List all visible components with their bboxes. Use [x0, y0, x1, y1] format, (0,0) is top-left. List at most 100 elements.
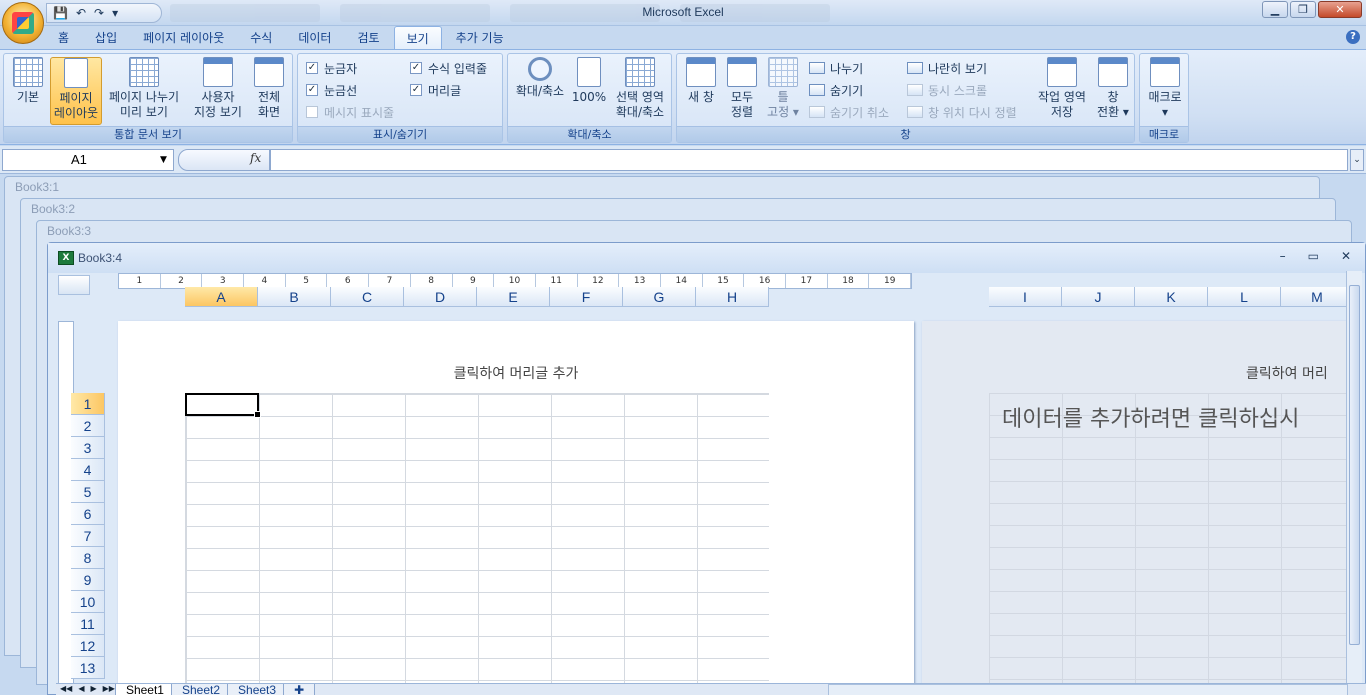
cell-grid[interactable]	[185, 393, 769, 689]
column-header-m[interactable]: M	[1281, 287, 1354, 307]
horizontal-scrollbar[interactable]	[828, 684, 1348, 695]
macros-button[interactable]: 매크로 ▾	[1143, 57, 1187, 125]
column-header-b[interactable]: B	[258, 287, 331, 307]
custom-views-icon	[203, 57, 233, 87]
tab-review[interactable]: 검토	[345, 26, 391, 50]
close-button[interactable]: ✕	[1318, 1, 1362, 18]
tab-data[interactable]: 데이터	[286, 26, 343, 50]
row-header-1[interactable]: 1	[71, 393, 105, 415]
column-header-g[interactable]: G	[623, 287, 696, 307]
vertical-scroll-thumb[interactable]	[1349, 285, 1360, 645]
custom-views-button[interactable]: 사용자 지정 보기	[190, 57, 246, 125]
ruler-checkbox[interactable]: ✓ 눈금자	[306, 59, 357, 77]
help-icon[interactable]: ?	[1346, 30, 1360, 44]
row-header-5[interactable]: 5	[71, 481, 105, 503]
row-header-8[interactable]: 8	[71, 547, 105, 569]
tab-formulas[interactable]: 수식	[238, 26, 284, 50]
split-icon	[809, 62, 825, 74]
workbook-title-bar[interactable]	[48, 243, 1365, 273]
tab-page-layout[interactable]: 페이지 레이아웃	[131, 26, 236, 50]
hide-button[interactable]: 숨기기	[809, 81, 863, 99]
formula-bar: A1 ▼ fx ⌄	[0, 146, 1366, 174]
cell-grid-page2[interactable]	[989, 393, 1352, 693]
active-cell-a1[interactable]	[185, 393, 261, 418]
insert-sheet-icon[interactable]: ✚	[283, 684, 316, 695]
header-placeholder[interactable]: 클릭하여 머리글 추가	[118, 363, 914, 383]
office-button[interactable]	[2, 2, 44, 44]
row-header-3[interactable]: 3	[71, 437, 105, 459]
tab-insert[interactable]: 삽입	[83, 26, 129, 50]
row-header-12[interactable]: 12	[71, 635, 105, 657]
column-header-l[interactable]: L	[1208, 287, 1281, 307]
tab-add-ins[interactable]: 추가 기능	[444, 26, 516, 50]
column-header-c[interactable]: C	[331, 287, 404, 307]
formula-input[interactable]	[270, 149, 1348, 171]
new-window-button[interactable]: 새 창	[681, 57, 721, 125]
gridlines-checkbox[interactable]: ✓ 눈금선	[306, 81, 357, 99]
row-header-6[interactable]: 6	[71, 503, 105, 525]
switch-windows-button[interactable]: 창 전환 ▾	[1093, 57, 1133, 125]
column-header-a[interactable]: A	[185, 287, 258, 307]
workbook-maximize-button[interactable]: ▭	[1308, 249, 1319, 263]
sheet-tab-sheet3[interactable]: Sheet3	[227, 684, 288, 695]
sync-scroll-button[interactable]: 동시 스크롤	[907, 81, 987, 99]
unhide-button[interactable]: 숨기기 취소	[809, 103, 889, 121]
zoom-100-button[interactable]: 100%	[570, 57, 608, 125]
arrange-all-button[interactable]: 모두 정렬	[723, 57, 761, 125]
column-header-i[interactable]: I	[989, 287, 1062, 307]
sheet-nav-icon[interactable]: ▶▶	[103, 684, 115, 693]
select-all-corner[interactable]	[58, 275, 90, 295]
reset-window-position-button[interactable]: 창 위치 다시 정렬	[907, 103, 1017, 121]
tab-view[interactable]: 보기	[393, 26, 442, 50]
insert-function-icon[interactable]: fx	[250, 151, 261, 165]
add-data-placeholder[interactable]: 데이터를 추가하려면 클릭하십시	[1002, 401, 1299, 433]
ruler-tick-label: 5	[286, 274, 328, 288]
vertical-scrollbar[interactable]	[1346, 271, 1362, 683]
workbook-minimize-button[interactable]: –	[1280, 249, 1286, 263]
sheet-tab-sheet2[interactable]: Sheet2	[170, 684, 232, 695]
row-header-11[interactable]: 11	[71, 613, 105, 635]
column-header-h[interactable]: H	[696, 287, 769, 307]
tab-home[interactable]: 홈	[46, 26, 81, 50]
column-header-f[interactable]: F	[550, 287, 623, 307]
page-layout-view-button[interactable]: 페이지 레이아웃	[50, 57, 102, 125]
expand-formula-bar-icon[interactable]: ⌄	[1350, 149, 1364, 171]
name-box[interactable]: A1	[2, 149, 174, 171]
row-header-2[interactable]: 2	[71, 415, 105, 437]
formula-bar-checkbox[interactable]: ✓ 수식 입력줄	[410, 59, 487, 77]
ruler-tick-label: 17	[786, 274, 828, 288]
column-header-k[interactable]: K	[1135, 287, 1208, 307]
freeze-panes-button[interactable]: 틀 고정 ▾	[763, 57, 803, 125]
row-header-7[interactable]: 7	[71, 525, 105, 547]
restore-button[interactable]: ❐	[1290, 1, 1316, 18]
save-workspace-button[interactable]: 작업 영역 저장	[1031, 57, 1093, 125]
header-placeholder-page2[interactable]: 클릭하여 머리	[1246, 363, 1328, 383]
office-logo-icon	[12, 12, 34, 34]
page-break-preview-button[interactable]: 페이지 나누기 미리 보기	[104, 57, 184, 125]
row-header-4[interactable]: 4	[71, 459, 105, 481]
sheet-tab-sheet1[interactable]: Sheet1	[114, 684, 175, 695]
column-header-j[interactable]: J	[1062, 287, 1135, 307]
minimize-button[interactable]: ▁	[1262, 1, 1288, 18]
name-box-dropdown-icon[interactable]: ▼	[160, 155, 167, 165]
sheet-nav-icon[interactable]: ◀◀	[60, 684, 72, 693]
row-header-13[interactable]: 13	[71, 657, 105, 679]
headings-checkbox[interactable]: ✓ 머리글	[410, 81, 461, 99]
column-header-e[interactable]: E	[477, 287, 550, 307]
column-headers-page2: IJKLM	[989, 287, 1354, 307]
split-button[interactable]: 나누기	[809, 59, 863, 77]
workbook-close-button[interactable]: ✕	[1341, 249, 1351, 263]
sheet-nav-icon[interactable]: ▶	[90, 684, 96, 693]
row-header-9[interactable]: 9	[71, 569, 105, 591]
zoom-selection-button[interactable]: 선택 영역 확대/축소	[610, 57, 670, 125]
column-header-d[interactable]: D	[404, 287, 477, 307]
ruler-tick-label: 6	[327, 274, 370, 288]
normal-view-button[interactable]: 기본	[8, 57, 48, 125]
message-bar-checkbox[interactable]: 메시지 표시줄	[306, 103, 394, 121]
sheet-nav-icon[interactable]: ◀	[78, 684, 84, 693]
side-by-side-button[interactable]: 나란히 보기	[907, 59, 987, 77]
zoom-button[interactable]: 확대/축소	[511, 57, 569, 125]
zoom-100-icon	[577, 57, 601, 87]
full-screen-button[interactable]: 전체 화면	[250, 57, 288, 125]
row-header-10[interactable]: 10	[71, 591, 105, 613]
